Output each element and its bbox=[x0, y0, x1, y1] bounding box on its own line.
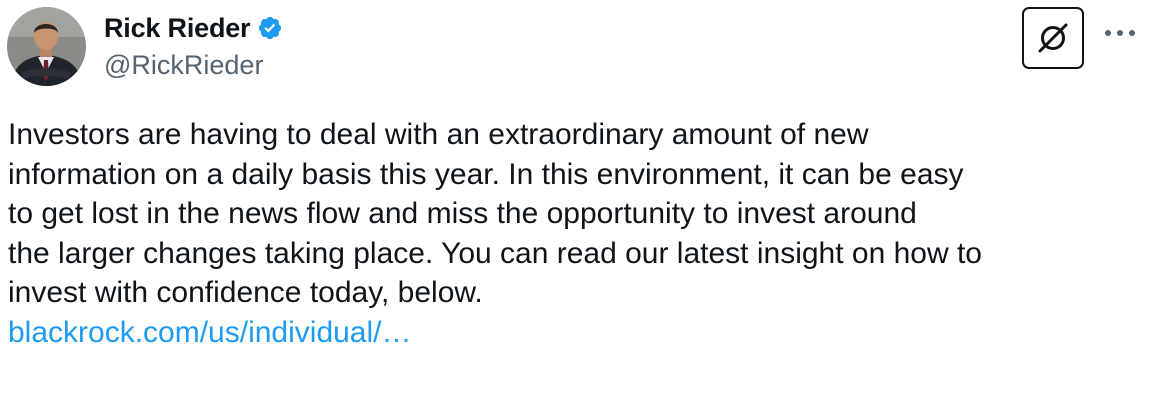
grok-button[interactable] bbox=[1022, 7, 1084, 69]
tweet-text: Investors are having to deal with an ext… bbox=[8, 115, 1148, 352]
more-horizontal-icon bbox=[1105, 30, 1135, 36]
verified-badge-icon[interactable] bbox=[257, 15, 283, 41]
author-handle[interactable]: @RickRieder bbox=[104, 50, 263, 81]
tweet-text-line: the larger changes taking place. You can… bbox=[8, 236, 982, 270]
grok-slash-circle-icon bbox=[1038, 23, 1068, 53]
author-name-row[interactable]: Rick Rieder bbox=[104, 10, 283, 46]
display-name[interactable]: Rick Rieder bbox=[104, 13, 251, 44]
tweet-text-line: to get lost in the news flow and miss th… bbox=[8, 197, 917, 230]
tweet-text-line: invest with confidence today, below. bbox=[8, 276, 483, 309]
tweet-text-line: information on a daily basis this year. … bbox=[8, 157, 964, 191]
profile-photo-icon bbox=[7, 7, 86, 86]
tweet-link[interactable]: blackrock.com/us/individual/… bbox=[8, 316, 412, 349]
tweet-text-line: Investors are having to deal with an ext… bbox=[8, 118, 869, 151]
avatar[interactable] bbox=[7, 7, 86, 86]
more-options-button[interactable] bbox=[1098, 18, 1142, 48]
tweet-card: Rick Rieder @RickRieder Investors are ha… bbox=[0, 0, 1150, 400]
